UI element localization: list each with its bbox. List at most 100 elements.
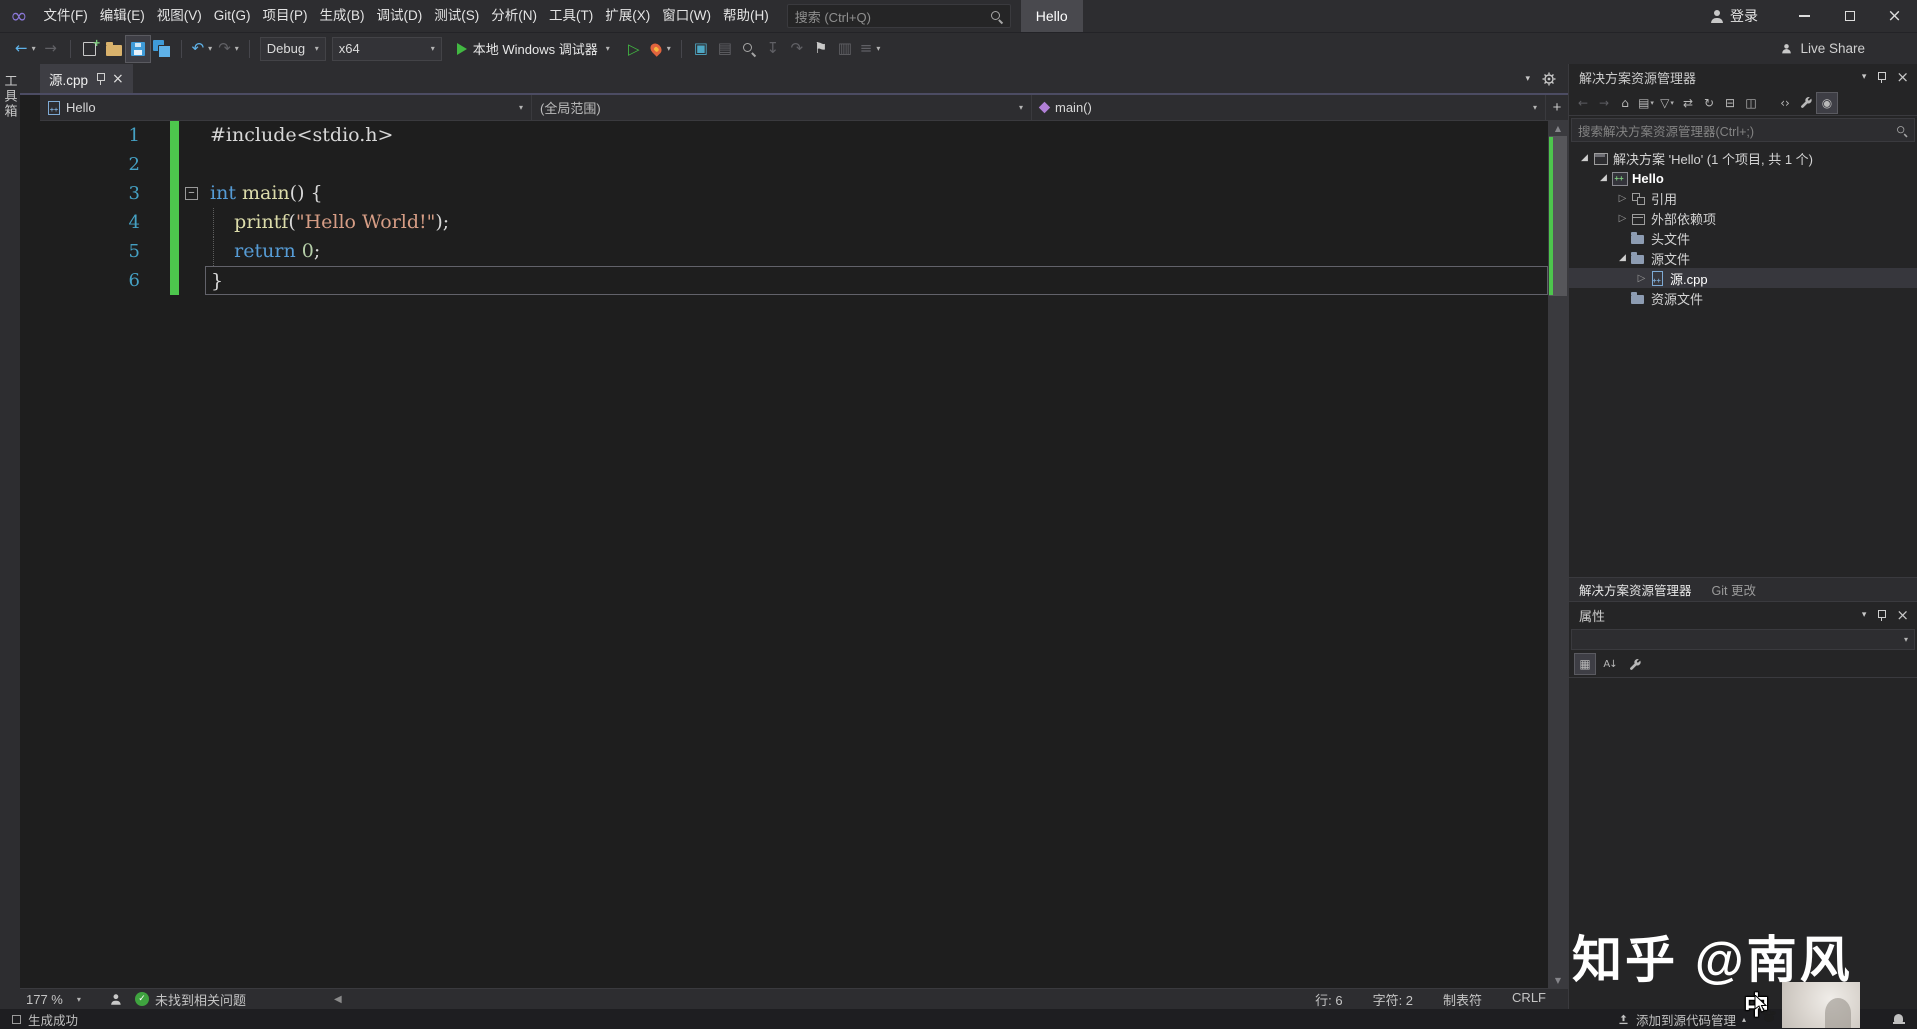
step-over-button[interactable]: ↷ xyxy=(785,36,809,62)
platform-combobox[interactable]: x64 ▾ xyxy=(331,36,442,61)
alphabetical-sort-icon[interactable]: A↓ xyxy=(1600,654,1620,674)
line-number[interactable]: 4 xyxy=(20,208,170,237)
live-share-button[interactable]: Live Share xyxy=(1779,41,1865,56)
properties-object-combobox[interactable]: ▾ xyxy=(1571,629,1915,650)
member-dropdown[interactable]: main() ▾ xyxy=(1032,95,1546,120)
notifications-bell-icon[interactable] xyxy=(1892,1013,1905,1026)
refresh-icon[interactable]: ↻ xyxy=(1699,93,1719,113)
tree-item[interactable]: ▷ 源.cpp xyxy=(1569,268,1917,288)
menu-item[interactable]: 工具(T) xyxy=(543,0,599,32)
tree-item[interactable]: ◢ 源文件 xyxy=(1569,248,1917,268)
indent-indicator[interactable]: 制表符 xyxy=(1443,990,1482,1009)
document-list-chevron-icon[interactable]: ▾ xyxy=(1525,74,1530,84)
save-all-button[interactable] xyxy=(150,36,174,62)
scroll-up-icon[interactable]: ▲ xyxy=(1548,121,1568,136)
tree-collapsed-arrow-icon[interactable]: ▷ xyxy=(1615,193,1630,204)
tree-item[interactable]: ◢ Hello xyxy=(1569,168,1917,188)
scroll-down-icon[interactable]: ▼ xyxy=(1548,973,1568,988)
show-all-files-icon[interactable]: ◫ xyxy=(1741,93,1761,113)
find-in-files-button[interactable] xyxy=(737,36,761,62)
tree-item[interactable]: ◢ 解决方案 'Hello' (1 个项目, 共 1 个) xyxy=(1569,148,1917,168)
add-to-source-control-button[interactable]: 添加到源代码管理 xyxy=(1636,1010,1736,1029)
switch-views-icon[interactable]: ▤ ▾ xyxy=(1636,93,1656,113)
minimize-button[interactable] xyxy=(1782,0,1827,32)
line-number[interactable]: 3 xyxy=(20,179,170,208)
save-button[interactable] xyxy=(124,34,151,63)
tree-expanded-arrow-icon[interactable]: ◢ xyxy=(1615,253,1630,263)
redo-button[interactable]: ↷ ▾ xyxy=(215,36,242,62)
window-position-chevron-icon[interactable]: ▾ xyxy=(1862,72,1867,82)
close-panel-icon[interactable]: × xyxy=(1896,607,1909,623)
project-dropdown[interactable]: Hello ▾ xyxy=(40,95,532,120)
hscroll-left-arrow-icon[interactable]: ◀ xyxy=(334,994,342,1005)
configuration-combobox[interactable]: Debug ▾ xyxy=(259,36,326,61)
pending-changes-filter-icon[interactable]: ▽ ▾ xyxy=(1657,93,1677,113)
view-code-icon[interactable]: ‹› xyxy=(1775,93,1795,113)
tree-collapsed-arrow-icon[interactable]: ▷ xyxy=(1615,213,1630,224)
undo-button[interactable]: ↶ ▾ xyxy=(189,36,216,62)
tree-item[interactable]: ▷ 引用 xyxy=(1569,188,1917,208)
preview-selected-items-icon[interactable]: ◉ xyxy=(1816,91,1838,114)
menu-item[interactable]: 窗口(W) xyxy=(656,0,717,32)
editor-vertical-scrollbar[interactable]: ▲ ▼ xyxy=(1548,121,1568,988)
menu-item[interactable]: 生成(B) xyxy=(314,0,371,32)
menu-item[interactable]: 分析(N) xyxy=(485,0,543,32)
code-line[interactable]: 4 printf("Hello World!"); xyxy=(20,208,1548,237)
split-window-button[interactable]: + xyxy=(1546,95,1568,120)
open-file-button[interactable] xyxy=(102,36,126,62)
tab-close-icon[interactable]: × xyxy=(112,72,124,86)
tree-item[interactable]: 资源文件 xyxy=(1569,288,1917,308)
tree-expanded-arrow-icon[interactable]: ◢ xyxy=(1577,153,1592,163)
navigate-back-button[interactable]: ← ▾ xyxy=(12,36,39,62)
menu-item[interactable]: 帮助(H) xyxy=(717,0,775,32)
forward-icon[interactable]: → xyxy=(1594,93,1614,113)
property-pages-wrench-icon[interactable] xyxy=(1625,654,1645,674)
task-list-button[interactable]: ▥ xyxy=(833,36,857,62)
error-list-button[interactable]: ≡ ▾ xyxy=(857,36,884,62)
tab-solution-explorer[interactable]: 解决方案资源管理器 xyxy=(1569,580,1702,599)
solution-search-input[interactable]: 搜索解决方案资源管理器(Ctrl+;) xyxy=(1571,118,1915,142)
code-line[interactable]: 1 #include<stdio.h> xyxy=(20,121,1548,150)
bookmark-button[interactable]: ⚑ xyxy=(809,36,833,62)
line-number[interactable]: 6 xyxy=(20,266,170,295)
sign-in-button[interactable]: 登录 xyxy=(1730,6,1758,26)
tree-collapsed-arrow-icon[interactable]: ▷ xyxy=(1634,273,1649,284)
menu-item[interactable]: Git(G) xyxy=(208,0,257,32)
quick-search-input[interactable]: 搜索 (Ctrl+Q) xyxy=(786,4,1011,28)
menu-item[interactable]: 编辑(E) xyxy=(94,0,151,32)
menu-item[interactable]: 测试(S) xyxy=(428,0,485,32)
new-project-button[interactable] xyxy=(78,36,102,62)
tree-item[interactable]: ▷ 外部依赖项 xyxy=(1569,208,1917,228)
menu-item[interactable]: 扩展(X) xyxy=(599,0,656,32)
start-debugging-button[interactable]: 本地 Windows 调试器 ▾ xyxy=(449,36,618,62)
maximize-button[interactable] xyxy=(1827,0,1872,32)
toolbox-vertical-tab[interactable]: 工具箱 xyxy=(1,74,20,119)
code-line[interactable]: 2 xyxy=(20,150,1548,179)
menu-item[interactable]: 视图(V) xyxy=(151,0,208,32)
pin-icon[interactable] xyxy=(1876,609,1887,622)
back-icon[interactable]: ← xyxy=(1573,93,1593,113)
immediate-window-button[interactable]: ▤ xyxy=(713,36,737,62)
collapse-all-icon[interactable]: ⊟ xyxy=(1720,93,1740,113)
menu-item[interactable]: 项目(P) xyxy=(257,0,314,32)
line-number[interactable]: 5 xyxy=(20,237,170,266)
pin-icon[interactable] xyxy=(1876,71,1887,84)
menu-item[interactable]: 调试(D) xyxy=(371,0,429,32)
hot-reload-button[interactable]: ▾ xyxy=(646,36,674,62)
step-into-button[interactable]: ↧ xyxy=(761,36,785,62)
navigate-forward-button[interactable]: → xyxy=(39,36,63,62)
tab-git-changes[interactable]: Git 更改 xyxy=(1702,580,1766,599)
fold-collapse-icon[interactable]: − xyxy=(185,187,198,200)
code-line[interactable]: 3 − int main() { xyxy=(20,179,1548,208)
sync-with-active-document-icon[interactable]: ⇄ xyxy=(1678,93,1698,113)
line-number[interactable]: 2 xyxy=(20,150,170,179)
zoom-combobox[interactable]: 177 % ▾ xyxy=(26,992,104,1007)
window-position-chevron-icon[interactable]: ▾ xyxy=(1862,610,1867,620)
menu-item[interactable]: 文件(F) xyxy=(38,0,94,32)
properties-wrench-icon[interactable] xyxy=(1796,93,1816,113)
line-number[interactable]: 1 xyxy=(20,121,170,150)
line-ending-indicator[interactable]: CRLF xyxy=(1512,990,1546,1009)
settings-gear-icon[interactable] xyxy=(1542,72,1556,86)
tree-expanded-arrow-icon[interactable]: ◢ xyxy=(1596,173,1611,183)
close-panel-icon[interactable]: × xyxy=(1896,69,1909,85)
